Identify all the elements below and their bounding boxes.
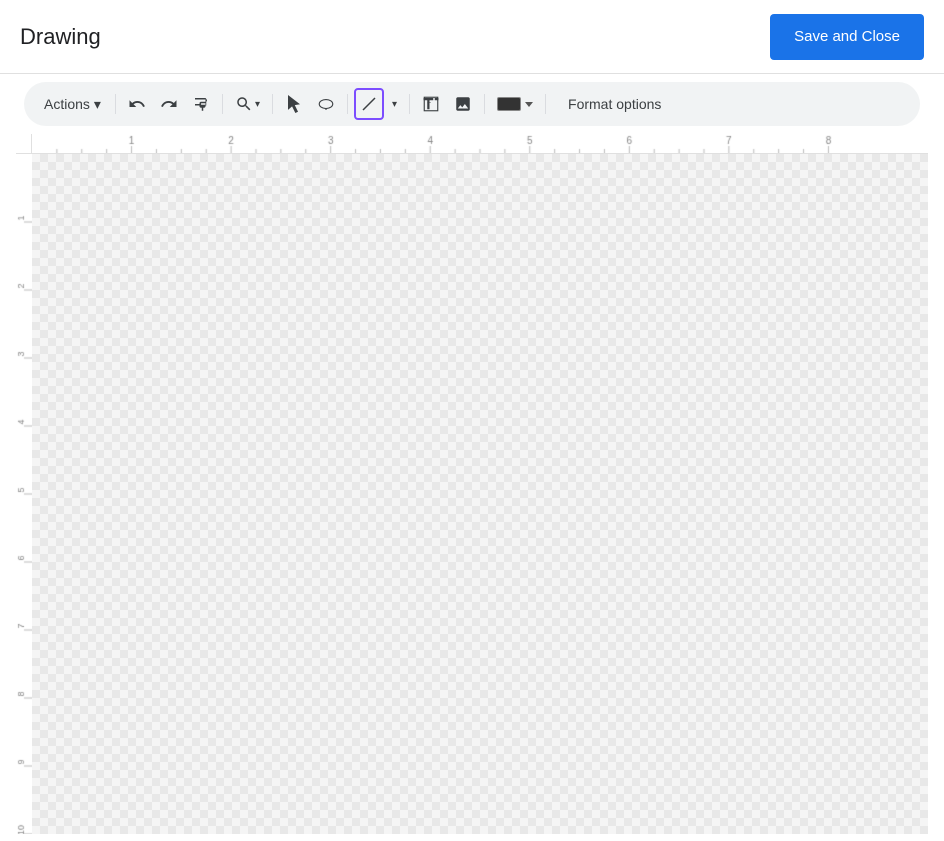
select-button[interactable] <box>279 88 309 120</box>
toolbar-divider-5 <box>409 94 410 114</box>
format-options-label: Format options <box>568 96 661 112</box>
redo-icon <box>160 95 178 113</box>
undo-icon <box>128 95 146 113</box>
color-dropdown-arrow-icon <box>525 102 533 107</box>
text-box-icon: T <box>422 95 440 113</box>
save-close-button[interactable]: Save and Close <box>770 14 924 60</box>
ruler-canvas <box>32 134 928 154</box>
line-icon <box>360 95 378 113</box>
toolbar-divider-6 <box>484 94 485 114</box>
lasso-icon <box>317 95 335 113</box>
actions-label: Actions <box>44 96 90 112</box>
color-button[interactable] <box>491 88 539 120</box>
ruler-corner <box>16 134 32 154</box>
ruler-left-canvas <box>16 154 32 834</box>
toolbar-divider-1 <box>115 94 116 114</box>
line-dropdown-arrow-icon: ▾ <box>392 99 397 110</box>
color-swatch <box>497 97 521 111</box>
undo-button[interactable] <box>122 88 152 120</box>
image-icon <box>454 95 472 113</box>
ruler-left <box>16 154 32 834</box>
paint-format-button[interactable] <box>186 88 216 120</box>
ruler-top <box>32 134 928 154</box>
checkerboard-background <box>32 154 928 834</box>
paint-format-icon <box>192 95 210 113</box>
zoom-button[interactable]: ▾ <box>229 88 266 120</box>
toolbar-divider-3 <box>272 94 273 114</box>
canvas-container <box>16 134 928 834</box>
page-title: Drawing <box>20 24 101 50</box>
actions-arrow-icon: ▾ <box>94 96 101 113</box>
line-dropdown-button[interactable]: ▾ <box>386 88 403 120</box>
line-tool-button[interactable] <box>354 88 384 120</box>
svg-text:T: T <box>427 102 431 108</box>
drawing-area[interactable] <box>16 154 928 834</box>
toolbar-divider-4 <box>347 94 348 114</box>
header: Drawing Save and Close <box>0 0 944 74</box>
zoom-icon <box>235 95 253 113</box>
lasso-button[interactable] <box>311 88 341 120</box>
select-icon <box>285 95 303 113</box>
format-options-button[interactable]: Format options <box>556 88 673 120</box>
toolbar-divider-7 <box>545 94 546 114</box>
zoom-arrow-icon: ▾ <box>255 99 260 110</box>
actions-button[interactable]: Actions ▾ <box>36 88 109 120</box>
toolbar: Actions ▾ ▾ <box>24 82 920 126</box>
text-box-button[interactable]: T <box>416 88 446 120</box>
image-button[interactable] <box>448 88 478 120</box>
toolbar-divider-2 <box>222 94 223 114</box>
redo-button[interactable] <box>154 88 184 120</box>
